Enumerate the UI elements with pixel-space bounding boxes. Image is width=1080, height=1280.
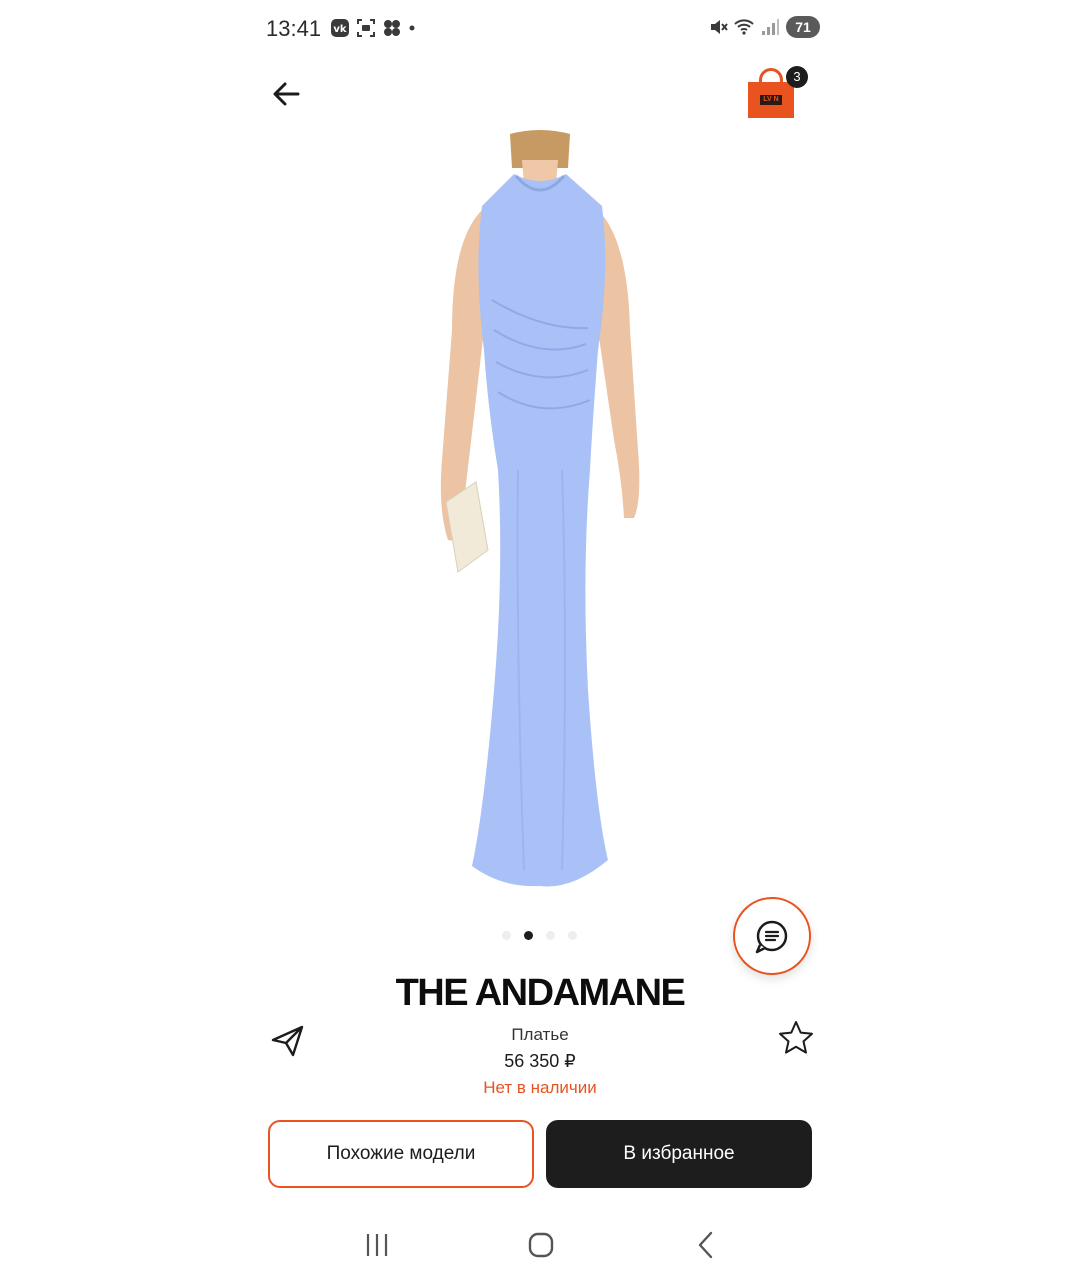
star-icon (779, 1021, 813, 1054)
more-notifications-dot-icon (409, 25, 415, 31)
home-icon (528, 1232, 554, 1258)
pagination-dot[interactable] (568, 931, 577, 940)
signal-icon (762, 19, 779, 35)
system-navigation-bar (252, 1222, 828, 1268)
arrow-left-icon (273, 82, 300, 106)
pagination-dot[interactable] (502, 931, 511, 940)
back-button[interactable] (266, 74, 306, 114)
wifi-icon (734, 19, 754, 35)
apps-icon (384, 20, 400, 36)
availability-status: Нет в наличии (483, 1078, 597, 1097)
mute-icon (711, 20, 728, 34)
product-photo[interactable] (412, 130, 668, 900)
svg-text:vk: vk (333, 24, 347, 35)
pagination-dot-active[interactable] (524, 931, 533, 940)
status-time: 13:41 (266, 16, 322, 41)
system-back-button[interactable] (682, 1222, 728, 1268)
status-notification-icons: vk (330, 18, 416, 38)
product-brand[interactable]: THE ANDAMANE (252, 972, 828, 1015)
pagination-dot[interactable] (546, 931, 555, 940)
home-button[interactable] (518, 1222, 564, 1268)
chat-button[interactable] (733, 897, 811, 975)
gallery-pagination (502, 931, 577, 940)
add-to-favorites-icon-button[interactable] (776, 1018, 816, 1058)
recent-apps-icon (366, 1234, 388, 1256)
battery-indicator: 71 (786, 16, 820, 38)
status-system-icons: 71 (708, 16, 820, 38)
product-type: Платье (511, 1025, 569, 1044)
dress (472, 174, 608, 887)
app-screen: 13:41 vk 71 LV N 3 THE ANDAMANE Платье 5… (252, 0, 828, 1280)
store-logo: LV N (760, 95, 782, 105)
scan-icon (357, 19, 375, 37)
cart-count-badge: 3 (786, 66, 808, 88)
status-bar: 13:41 vk 71 (252, 10, 828, 46)
recent-apps-button[interactable] (354, 1222, 400, 1268)
chevron-left-icon (698, 1231, 713, 1259)
cart-button[interactable]: LV N 3 (746, 66, 810, 122)
vk-icon: vk (331, 19, 349, 37)
similar-models-button[interactable]: Похожие модели (268, 1120, 534, 1188)
product-price: 56 350 ₽ (504, 1051, 576, 1071)
chat-bubble-icon (755, 920, 788, 954)
add-to-favorites-button[interactable]: В избранное (546, 1120, 812, 1188)
